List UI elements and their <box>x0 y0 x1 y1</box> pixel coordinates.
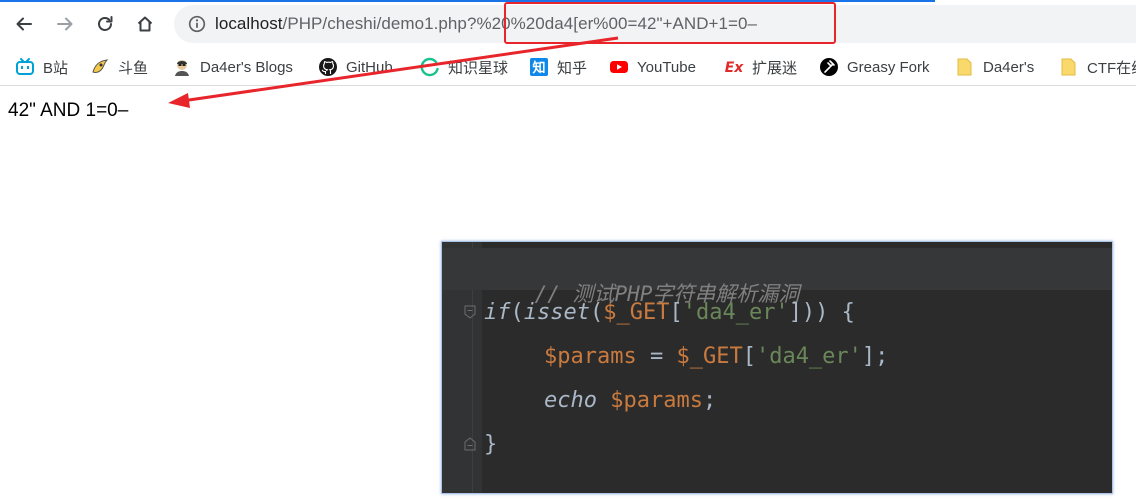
douyu-icon <box>90 57 110 77</box>
bilibili-icon <box>15 57 35 77</box>
bookmark-folder-da4er[interactable]: Da4er's <box>955 54 1034 80</box>
avatar-icon <box>172 57 192 77</box>
github-icon <box>318 57 338 77</box>
code-token: $_GET <box>603 300 670 325</box>
bookmarks-bar: B站 斗鱼 Da4er's Blogs GitHub 知识星球 知 知乎 You… <box>0 48 1136 86</box>
code-token: ( <box>589 300 604 325</box>
greasyfork-icon <box>819 57 839 77</box>
bookmark-zhihu[interactable]: 知 知乎 <box>529 54 587 80</box>
extfans-icon: Ex <box>724 57 744 77</box>
bookmark-zsxq[interactable]: 知识星球 <box>420 54 508 80</box>
zsxq-icon <box>420 57 440 77</box>
code-token: [ <box>742 344 756 369</box>
bookmark-bilibili[interactable]: B站 <box>15 54 68 80</box>
url-host: localhost <box>215 14 283 33</box>
bookmark-label: 知识星球 <box>448 59 509 77</box>
bookmark-greasyfork[interactable]: Greasy Fork <box>819 54 930 80</box>
code-token: ; <box>702 388 717 413</box>
code-token: echo <box>544 388 597 413</box>
code-token: ( <box>510 300 524 325</box>
bookmark-label: Greasy Fork <box>847 58 930 76</box>
folder-icon <box>1059 57 1079 77</box>
code-screenshot: // 测试PHP字符串解析漏洞 if(isset($_GET['da4_er']… <box>441 241 1113 494</box>
code-token: $params <box>610 388 703 413</box>
bookmark-folder-ctf[interactable]: CTF在线 <box>1059 54 1136 80</box>
code-token: $_GET <box>676 344 743 369</box>
code-line-assign: $params = $_GET['da4_er']; <box>544 344 888 369</box>
forward-button[interactable] <box>51 10 79 38</box>
svg-text:Ex: Ex <box>725 60 744 76</box>
code-token: if <box>484 300 511 325</box>
url-path: /PHP/cheshi/demo1.php <box>282 14 467 33</box>
page-output-text: 42" AND 1=0– <box>8 100 129 121</box>
fold-close-icon[interactable] <box>464 437 476 451</box>
reload-button[interactable] <box>91 10 119 38</box>
youtube-icon <box>609 57 629 77</box>
bookmark-github[interactable]: GitHub <box>318 54 393 80</box>
bookmark-label: B站 <box>43 59 69 77</box>
home-icon <box>137 16 153 32</box>
arrow-left-icon <box>16 17 32 31</box>
bookmark-label: 斗鱼 <box>118 59 149 77</box>
bookmark-youtube[interactable]: YouTube <box>609 54 696 80</box>
home-button[interactable] <box>131 10 159 38</box>
bookmark-da4er-blogs[interactable]: Da4er's Blogs <box>172 54 293 80</box>
bookmark-label: YouTube <box>637 58 696 76</box>
bookmark-label: Da4er's Blogs <box>200 58 293 76</box>
back-button[interactable] <box>10 10 38 38</box>
bookmark-label: 扩展迷 <box>752 59 798 77</box>
bookmark-label: Da4er's <box>983 58 1035 76</box>
code-token: } <box>484 432 498 457</box>
zhihu-icon: 知 <box>529 57 549 77</box>
code-token: ])) { <box>788 300 855 325</box>
code-token: $params <box>544 344 637 369</box>
bookmark-extfans[interactable]: Ex 扩展迷 <box>724 54 797 80</box>
code-token: ]; <box>861 344 889 369</box>
code-token: [ <box>669 300 683 325</box>
arrow-head <box>168 93 190 108</box>
code-token: 'da4_er' <box>755 344 862 369</box>
reload-icon <box>98 16 113 31</box>
code-token: 'da4_er' <box>682 300 789 325</box>
query-highlight-box <box>504 2 836 44</box>
bookmark-label: GitHub <box>346 58 393 76</box>
code-line-close: } <box>484 432 497 457</box>
bookmark-douyu[interactable]: 斗鱼 <box>90 54 148 80</box>
code-token: = <box>636 344 677 369</box>
folder-icon <box>955 57 975 77</box>
fold-open-icon[interactable] <box>464 305 476 319</box>
code-line-echo: echo $params; <box>544 388 716 413</box>
svg-text:知: 知 <box>532 60 545 76</box>
bookmark-label: CTF在线 <box>1087 59 1136 77</box>
code-token: isset <box>523 300 590 325</box>
bookmark-label: 知乎 <box>557 59 588 77</box>
info-icon[interactable] <box>188 15 206 33</box>
arrow-right-icon <box>57 17 73 31</box>
code-line-if: if(isset($_GET['da4_er'])) { <box>484 300 855 325</box>
